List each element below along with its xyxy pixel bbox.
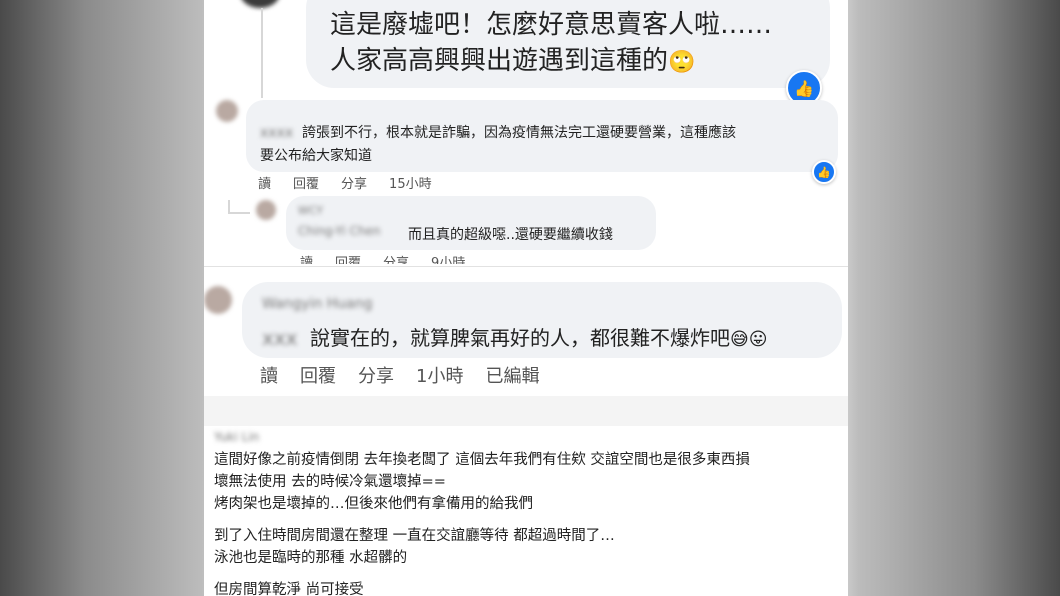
timestamp[interactable]: 15小時	[389, 173, 432, 192]
divider	[204, 266, 848, 267]
reply-link[interactable]: 回覆	[293, 173, 319, 192]
comment-text-line-5: 泳池也是臨時的那種 水超髒的	[214, 550, 408, 566]
commenter-name[interactable]: WCY	[298, 204, 323, 217]
reply-actions: 讀 回覆 分享 9小時	[300, 252, 487, 264]
comment-text-line-1: 這間好像之前疫情倒閉 去年換老闆了 這個去年我們有住欸 交誼空間也是很多東西損	[214, 452, 750, 468]
edited-label: 已編輯	[485, 366, 540, 387]
timestamp[interactable]: 9小時	[431, 252, 465, 264]
share-link[interactable]: 分享	[358, 362, 394, 388]
commenter-name[interactable]: Yuki Lin	[214, 430, 259, 444]
avatar[interactable]	[240, 0, 280, 8]
reply-link[interactable]: 回覆	[300, 362, 336, 388]
emoji: 🙄	[668, 50, 696, 75]
comment-text-line-2: 要公布給大家知道	[260, 148, 372, 164]
thread-line	[228, 212, 250, 214]
comment-text-line-1: 這是廢墟吧！怎麼好意思賣客人啦……	[330, 10, 773, 40]
thread-line	[261, 8, 263, 98]
like-link[interactable]: 讀	[300, 252, 313, 264]
comment-text: xxx 說實在的，就算脾氣再好的人，都很難不爆炸吧😅😛	[262, 326, 768, 350]
comment-actions: 讀 回覆 分享 1小時 已編輯	[260, 362, 561, 388]
reply-bubble: WCY Ching-Yi Chen 而且真的超級噁..還硬要繼續收錢	[286, 196, 656, 250]
commenter-name[interactable]: Wangyin Huang	[262, 296, 373, 312]
share-link[interactable]: 分享	[341, 173, 367, 192]
comment-text-line-6: 但房間算乾淨 尚可接受	[214, 582, 364, 596]
comment-text-line-2: 壞無法使用 去的時候冷氣還壞掉==	[214, 474, 446, 490]
like-reaction-icon[interactable]: 👍	[812, 160, 836, 184]
comment-bubble: xxxx 誇張到不行，根本就是詐騙，因為疫情無法完工還硬要營業，這種應該 要公布給…	[246, 100, 838, 172]
comment-bubble: 這是廢墟吧！怎麼好意思賣客人啦…… 人家高高興興出遊遇到這種的🙄	[306, 0, 830, 88]
comment-text-line-4: 到了入住時間房間還在整理 一直在交誼廳等待 都超過時間了…	[214, 528, 615, 544]
avatar[interactable]	[204, 286, 232, 314]
comment-text-line-3: 烤肉架也是壞掉的…但後來他們有拿備用的給我們	[214, 496, 533, 512]
reply-link[interactable]: 回覆	[335, 252, 361, 264]
emoji: 😅😛	[730, 329, 768, 350]
timestamp[interactable]: 1小時	[416, 362, 463, 388]
reply-text: 而且真的超級噁..還硬要繼續收錢	[408, 227, 613, 243]
avatar[interactable]	[256, 200, 276, 220]
divider	[204, 396, 848, 426]
avatar[interactable]	[216, 100, 238, 122]
like-link[interactable]: 讀	[260, 362, 278, 388]
share-link[interactable]: 分享	[383, 252, 409, 264]
comment-feed: 這是廢墟吧！怎麼好意思賣客人啦…… 人家高高興興出遊遇到這種的🙄 👍 Ching…	[204, 0, 848, 596]
comment-actions: 讀 回覆 分享 15小時	[258, 173, 454, 192]
comment-bubble: Wangyin Huang xxx 說實在的，就算脾氣再好的人，都很難不爆炸吧😅😛	[242, 282, 842, 358]
tagged-name[interactable]: Ching-Yi Chen	[298, 224, 380, 238]
like-link[interactable]: 讀	[258, 173, 271, 192]
comment-text-line-1: xxxx 誇張到不行，根本就是詐騙，因為疫情無法完工還硬要營業，這種應該	[260, 125, 736, 141]
comment-text-line-2: 人家高高興興出遊遇到這種的🙄	[330, 46, 696, 76]
